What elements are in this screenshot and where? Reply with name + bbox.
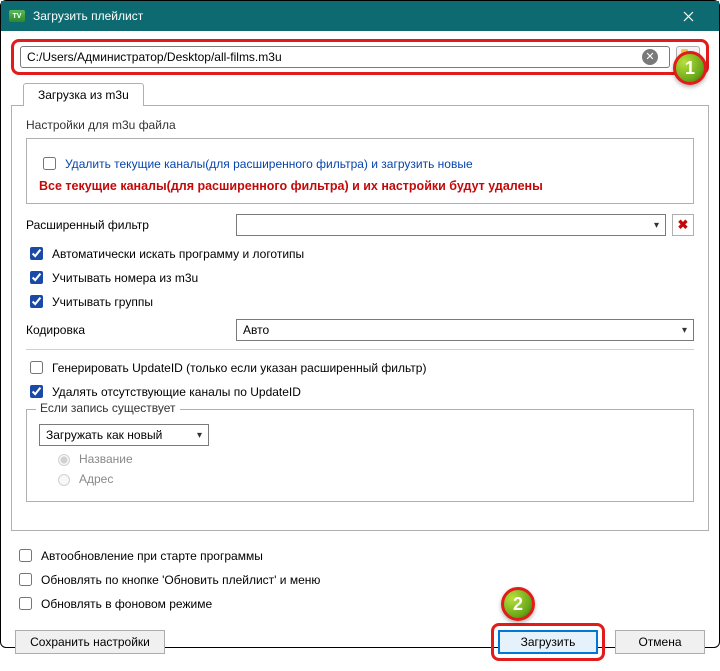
load-button[interactable]: Загрузить (498, 630, 598, 654)
warning-text: Все текущие каналы(для расширенного филь… (39, 179, 681, 193)
checkbox-update-background[interactable] (19, 597, 32, 610)
annotation-marker-2: 2 (501, 587, 535, 621)
checkbox-use-numbers-label: Учитывать номера из m3u (52, 271, 198, 285)
checkbox-delete-missing[interactable] (30, 385, 43, 398)
annotation-marker-1: 1 (673, 51, 707, 85)
tab-m3u-load[interactable]: Загрузка из m3u (23, 83, 144, 106)
radio-name-label: Название (79, 452, 133, 466)
chevron-down-icon: ▾ (197, 430, 202, 441)
chevron-down-icon: ▾ (682, 325, 687, 336)
tab-panel: Настройки для m3u файла Удалить текущие … (11, 105, 709, 531)
radio-address-label: Адрес (79, 472, 113, 486)
titlebar: TV Загрузить плейлист (1, 1, 719, 31)
if-exists-select[interactable]: Загружать как новый ▾ (39, 424, 209, 446)
settings-group-label: Настройки для m3u файла (26, 118, 694, 132)
path-input[interactable] (20, 46, 670, 68)
window-title: Загрузить плейлист (33, 9, 666, 23)
encoding-label: Кодировка (26, 323, 226, 337)
radio-name (58, 454, 70, 466)
checkbox-auto-search[interactable] (30, 247, 43, 260)
extended-filter-label: Расширенный фильтр (26, 218, 226, 232)
extended-filter-select[interactable]: ▾ (236, 214, 666, 236)
encoding-select[interactable]: Авто ▾ (236, 319, 694, 341)
checkbox-generate-updateid-label: Генерировать UpdateID (только если указа… (52, 361, 426, 375)
checkbox-update-button[interactable] (19, 573, 32, 586)
radio-address (58, 474, 70, 486)
checkbox-use-groups[interactable] (30, 295, 43, 308)
if-exists-value: Загружать как новый (46, 428, 162, 442)
encoding-value: Авто (243, 323, 269, 337)
cancel-button[interactable]: Отмена (615, 630, 705, 654)
save-settings-button[interactable]: Сохранить настройки (15, 630, 165, 654)
checkbox-use-numbers[interactable] (30, 271, 43, 284)
if-exists-legend: Если запись существует (36, 401, 180, 415)
remove-filter-button[interactable]: ✖ (672, 214, 694, 236)
close-icon (683, 11, 694, 22)
chevron-down-icon: ▾ (654, 220, 659, 231)
remove-icon: ✖ (678, 217, 689, 233)
tab-strip: Загрузка из m3u (11, 83, 709, 106)
checkbox-delete-and-load[interactable] (43, 157, 56, 170)
app-icon: TV (9, 10, 25, 22)
load-highlight: Загрузить (491, 623, 605, 661)
checkbox-autoupdate-start[interactable] (19, 549, 32, 562)
clear-path-button[interactable]: ✕ (642, 49, 658, 65)
clear-icon: ✕ (645, 52, 654, 63)
checkbox-update-button-label: Обновлять по кнопке 'Обновить плейлист' … (41, 573, 320, 587)
checkbox-update-background-label: Обновлять в фоновом режиме (41, 597, 212, 611)
path-row: ✕ (11, 39, 709, 75)
checkbox-autoupdate-start-label: Автообновление при старте программы (41, 549, 263, 563)
delete-channels-box: Удалить текущие каналы(для расширенного … (26, 138, 694, 204)
checkbox-use-groups-label: Учитывать группы (52, 295, 153, 309)
checkbox-delete-missing-label: Удалять отсутствующие каналы по UpdateID (52, 385, 301, 399)
checkbox-delete-and-load-label: Удалить текущие каналы(для расширенного … (65, 157, 473, 171)
checkbox-auto-search-label: Автоматически искать программу и логотип… (52, 247, 304, 261)
checkbox-generate-updateid[interactable] (30, 361, 43, 374)
close-button[interactable] (666, 1, 711, 31)
